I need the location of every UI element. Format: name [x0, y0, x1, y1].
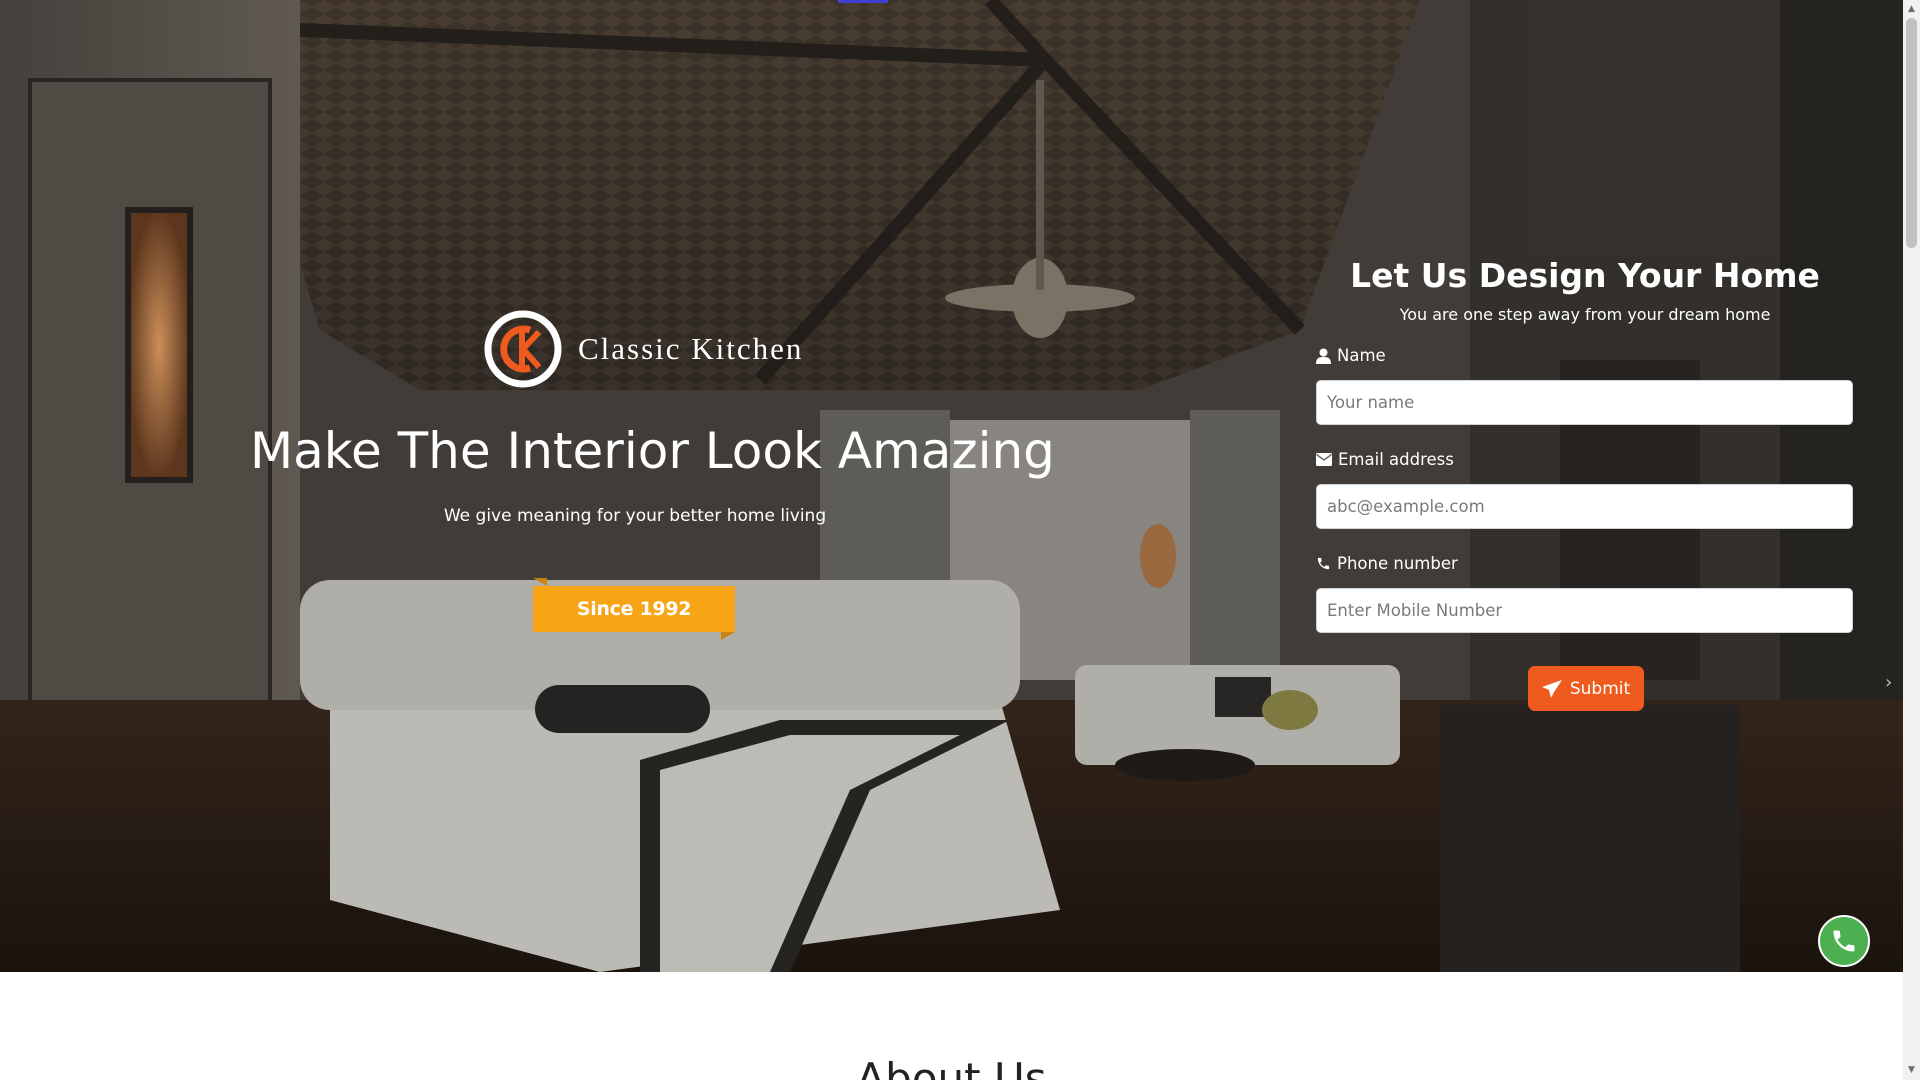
scroll-up-arrow-icon[interactable]: ▲ — [1906, 3, 1917, 15]
phone-input[interactable] — [1316, 588, 1853, 633]
envelope-icon — [1316, 453, 1332, 466]
top-progress-bar — [838, 0, 888, 3]
phone-icon — [1317, 557, 1330, 570]
phone-call-icon — [1833, 930, 1855, 952]
hero-section: Classic Kitchen Make The Interior Look A… — [0, 0, 1903, 972]
slider-next-chevron-icon[interactable]: › — [1885, 672, 1892, 693]
hero-headline: Make The Interior Look Amazing — [250, 422, 1055, 480]
submit-button-label: Submit — [1569, 678, 1631, 699]
phone-label-text: Phone number — [1337, 554, 1458, 573]
phone-label: Phone number — [1316, 554, 1458, 573]
name-label: Name — [1316, 346, 1386, 365]
floating-call-button[interactable] — [1818, 915, 1870, 967]
since-ribbon-label: Since 1992 — [576, 598, 692, 620]
submit-button[interactable]: Submit — [1528, 666, 1644, 711]
scroll-down-arrow-icon[interactable]: ▼ — [1906, 1064, 1917, 1076]
scrollbar-thumb[interactable] — [1906, 18, 1917, 248]
paper-plane-icon — [1541, 679, 1562, 698]
brand-name: Classic Kitchen — [578, 331, 804, 366]
name-input[interactable] — [1316, 380, 1853, 425]
classic-kitchen-logo-icon — [484, 310, 562, 388]
name-label-text: Name — [1337, 346, 1386, 365]
form-subtitle: You are one step away from your dream ho… — [1399, 305, 1771, 324]
hero-subline: We give meaning for your better home liv… — [443, 506, 827, 526]
about-title: About Us — [856, 1054, 1047, 1080]
brand-logo[interactable]: Classic Kitchen — [484, 310, 803, 388]
email-input[interactable] — [1316, 484, 1853, 529]
user-icon — [1316, 348, 1331, 364]
about-section: About Us — [0, 972, 1903, 1080]
form-title: Let Us Design Your Home — [1350, 256, 1820, 295]
email-label: Email address — [1316, 450, 1454, 469]
email-label-text: Email address — [1338, 450, 1454, 469]
